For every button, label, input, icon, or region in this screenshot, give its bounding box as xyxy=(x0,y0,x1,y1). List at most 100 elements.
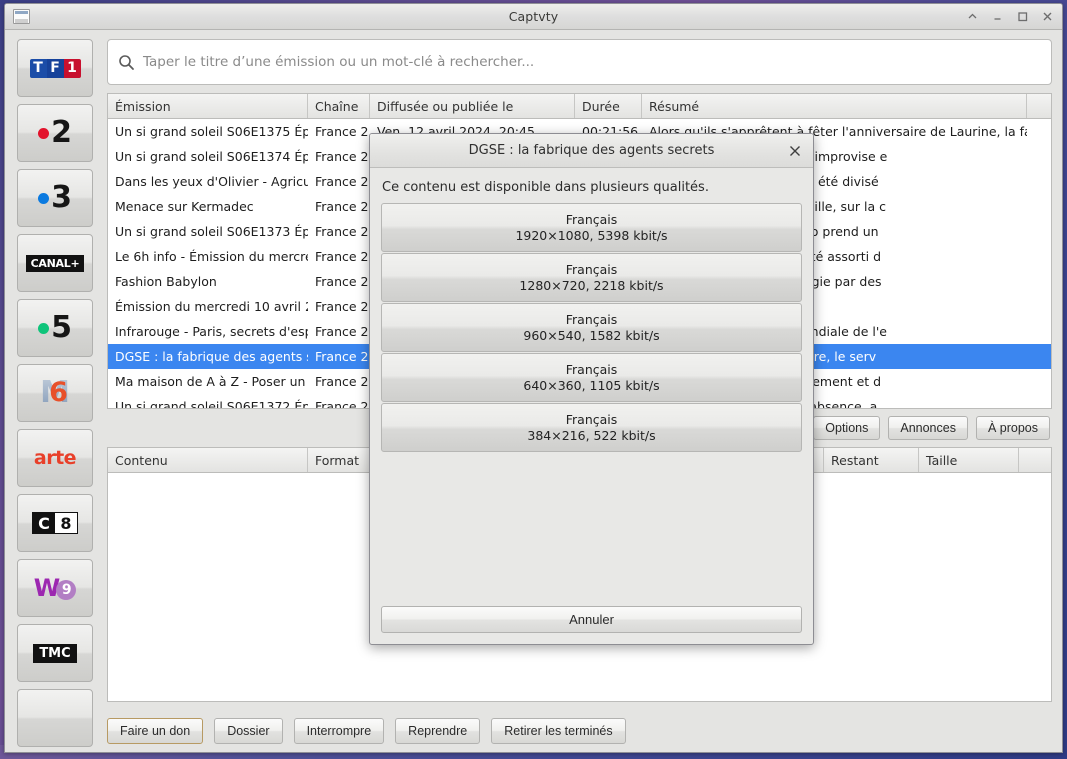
channel-sidebar: TF1 2 3 CANAL+ 5 M6 arte C8 xyxy=(5,30,104,752)
quality-details: 384×216, 522 kbit/s xyxy=(527,428,655,444)
program-title-cell: Un si grand soleil S06E1373 Épis xyxy=(108,219,308,244)
program-end-cell xyxy=(1027,344,1051,369)
quality-selection-dialog: DGSE : la fabrique des agents secrets Ce… xyxy=(369,133,814,645)
retirer-les-termines-button[interactable]: Retirer les terminés xyxy=(491,718,625,744)
canalplus-logo-icon: CANAL+ xyxy=(26,255,85,272)
maximize-button[interactable] xyxy=(1016,10,1029,23)
france2-logo-icon: 2 xyxy=(38,120,72,146)
annonces-button[interactable]: Annonces xyxy=(888,416,968,440)
a-propos-button[interactable]: À propos xyxy=(976,416,1050,440)
window-title: Captvty xyxy=(5,9,1062,24)
column-header-chaine[interactable]: Chaîne xyxy=(308,94,370,118)
m6-logo-icon: M6 xyxy=(40,380,70,406)
program-end-cell xyxy=(1027,244,1051,269)
quality-option-button[interactable]: Français1280×720, 2218 kbit/s xyxy=(381,253,802,302)
program-channel-cell: France 2 xyxy=(308,369,370,394)
program-end-cell xyxy=(1027,169,1051,194)
interrompre-button[interactable]: Interrompre xyxy=(294,718,385,744)
reprendre-button[interactable]: Reprendre xyxy=(395,718,480,744)
sidebar-item-w9[interactable]: W9 xyxy=(17,559,93,617)
quality-option-button[interactable]: Français384×216, 522 kbit/s xyxy=(381,403,802,452)
program-end-cell xyxy=(1027,319,1051,344)
dialog-footer: Annuler xyxy=(370,606,813,644)
program-title-cell: Infrarouge - Paris, secrets d'esp xyxy=(108,319,308,344)
quality-option-button[interactable]: Français640×360, 1105 kbit/s xyxy=(381,353,802,402)
quality-option-button[interactable]: Français1920×1080, 5398 kbit/s xyxy=(381,203,802,252)
column-header-taille[interactable]: Taille xyxy=(919,448,1019,472)
sidebar-item-canalplus[interactable]: CANAL+ xyxy=(17,234,93,292)
quality-language: Français xyxy=(566,412,618,428)
dialog-spacer xyxy=(381,453,802,606)
program-title-cell: Ma maison de A à Z - Poser un v xyxy=(108,369,308,394)
quality-language: Français xyxy=(566,262,618,278)
sidebar-item-tf1[interactable]: TF1 xyxy=(17,39,93,97)
program-title-cell: DGSE : la fabrique des agents se xyxy=(108,344,308,369)
sidebar-item-tmc[interactable]: TMC xyxy=(17,624,93,682)
w9-logo-icon: W9 xyxy=(34,574,76,602)
search-input[interactable]: Taper le titre d’une émission ou un mot-… xyxy=(107,39,1052,85)
column-header-duree[interactable]: Durée xyxy=(575,94,642,118)
program-channel-cell: France 2 xyxy=(308,294,370,319)
sidebar-item-france5[interactable]: 5 xyxy=(17,299,93,357)
sidebar-item-arte[interactable]: arte xyxy=(17,429,93,487)
program-title-cell: Fashion Babylon xyxy=(108,269,308,294)
tf1-logo-icon: TF1 xyxy=(30,59,81,78)
dossier-button[interactable]: Dossier xyxy=(214,718,282,744)
sidebar-item-c8[interactable]: C8 xyxy=(17,494,93,552)
quality-details: 960×540, 1582 kbit/s xyxy=(523,328,659,344)
program-end-cell xyxy=(1027,119,1051,144)
program-title-cell: Menace sur Kermadec xyxy=(108,194,308,219)
quality-options-list: Français1920×1080, 5398 kbit/sFrançais12… xyxy=(381,203,802,453)
program-title-cell: Dans les yeux d'Olivier - Agricult xyxy=(108,169,308,194)
program-channel-cell: France 2 xyxy=(308,119,370,144)
program-end-cell xyxy=(1027,394,1051,408)
program-channel-cell: France 2 xyxy=(308,219,370,244)
program-title-cell: Émission du mercredi 10 avril 20 xyxy=(108,294,308,319)
program-channel-cell: France 2 xyxy=(308,244,370,269)
column-header-spacer xyxy=(1027,94,1051,118)
quality-language: Français xyxy=(566,212,618,228)
program-title-cell: Un si grand soleil S06E1372 Épis xyxy=(108,394,308,408)
sidebar-item-next[interactable] xyxy=(17,689,93,747)
programs-table-header: Émission Chaîne Diffusée ou publiée le D… xyxy=(108,94,1051,119)
c8-logo-icon: C8 xyxy=(32,512,78,534)
dialog-title: DGSE : la fabrique des agents secrets xyxy=(400,143,783,158)
program-title-cell: Un si grand soleil S06E1374 Épis xyxy=(108,144,308,169)
dialog-close-icon[interactable] xyxy=(788,144,802,158)
france3-logo-icon: 3 xyxy=(38,185,72,211)
quality-option-button[interactable]: Français960×540, 1582 kbit/s xyxy=(381,303,802,352)
window-controls xyxy=(966,10,1054,23)
search-placeholder: Taper le titre d’une émission ou un mot-… xyxy=(143,54,534,70)
sidebar-item-france2[interactable]: 2 xyxy=(17,104,93,162)
dialog-message: Ce contenu est disponible dans plusieurs… xyxy=(381,178,802,203)
program-channel-cell: France 2 xyxy=(308,269,370,294)
shade-button[interactable] xyxy=(966,10,979,23)
program-end-cell xyxy=(1027,194,1051,219)
column-header-date[interactable]: Diffusée ou publiée le xyxy=(370,94,575,118)
quality-details: 640×360, 1105 kbit/s xyxy=(523,378,659,394)
program-end-cell xyxy=(1027,219,1051,244)
dialog-titlebar: DGSE : la fabrique des agents secrets xyxy=(370,134,813,168)
quality-details: 1920×1080, 5398 kbit/s xyxy=(515,228,667,244)
program-channel-cell: France 2 xyxy=(308,319,370,344)
column-header-end xyxy=(1019,448,1051,472)
arte-logo-icon: arte xyxy=(34,447,76,469)
cancel-button[interactable]: Annuler xyxy=(381,606,802,633)
search-icon xyxy=(118,54,135,71)
quality-language: Français xyxy=(566,312,618,328)
sidebar-item-m6[interactable]: M6 xyxy=(17,364,93,422)
close-button[interactable] xyxy=(1041,10,1054,23)
quality-language: Français xyxy=(566,362,618,378)
column-header-restant[interactable]: Restant xyxy=(824,448,919,472)
sidebar-item-france3[interactable]: 3 xyxy=(17,169,93,227)
quality-details: 1280×720, 2218 kbit/s xyxy=(519,278,663,294)
minimize-button[interactable] xyxy=(991,10,1004,23)
program-end-cell xyxy=(1027,369,1051,394)
column-header-contenu[interactable]: Contenu xyxy=(108,448,308,472)
column-header-format[interactable]: Format xyxy=(308,448,370,472)
column-header-resume[interactable]: Résumé xyxy=(642,94,1027,118)
column-header-emission[interactable]: Émission xyxy=(108,94,308,118)
faire-un-don-button[interactable]: Faire un don xyxy=(107,718,203,744)
options-button[interactable]: Options xyxy=(813,416,880,440)
program-title-cell: Un si grand soleil S06E1375 Épis xyxy=(108,119,308,144)
